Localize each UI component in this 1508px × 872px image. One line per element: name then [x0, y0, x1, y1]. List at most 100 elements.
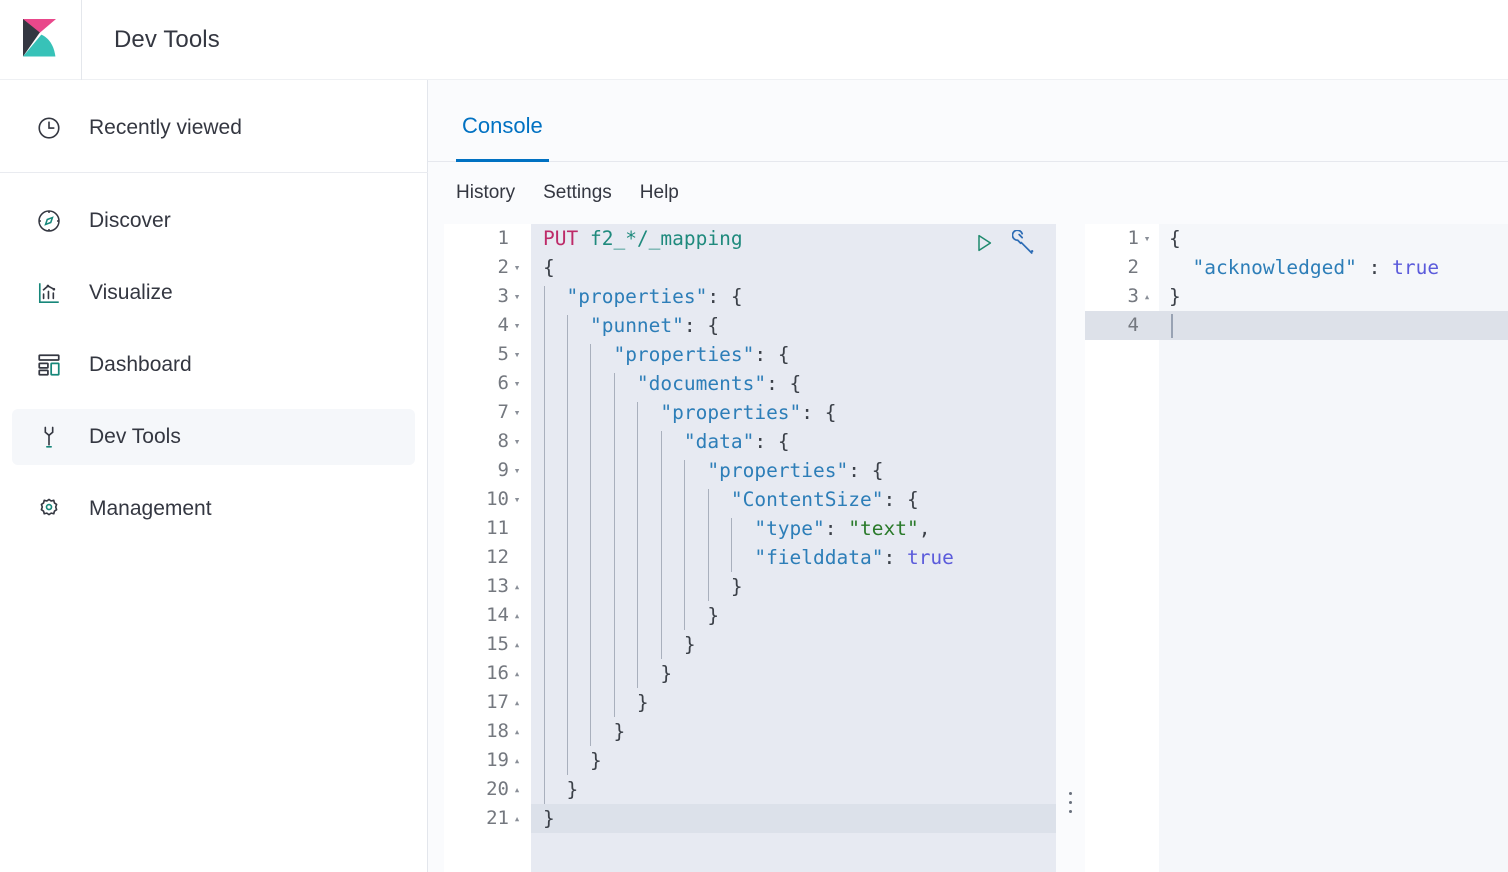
fold-toggle-icon[interactable]: ▾ [509, 340, 525, 369]
sidebar-item-discover[interactable]: Discover [12, 193, 415, 249]
wrench-icon [34, 422, 64, 452]
code-line[interactable] [1159, 311, 1508, 340]
sidebar-item-recently-viewed[interactable]: Recently viewed [12, 100, 415, 156]
response-editor-code[interactable]: { "acknowledged" : true} [1159, 224, 1508, 872]
code-line[interactable]: "properties": { [531, 282, 1056, 311]
console-toolbar: History Settings Help [428, 162, 1508, 224]
code-line[interactable]: } [531, 659, 1056, 688]
fold-toggle-icon[interactable]: ▴ [1139, 282, 1155, 311]
request-editor-code[interactable]: PUT f2_*/_mapping{ "properties": { "punn… [531, 224, 1056, 872]
sidebar-item-visualize[interactable]: Visualize [12, 265, 415, 321]
line-number: 21 ▴ [444, 804, 531, 833]
fold-toggle-icon[interactable]: ▾ [509, 311, 525, 340]
fold-toggle-icon[interactable]: ▾ [509, 253, 525, 282]
code-line[interactable]: } [531, 717, 1056, 746]
code-line[interactable]: } [531, 775, 1056, 804]
indent-guide [543, 286, 545, 804]
line-number: 18 ▴ [444, 717, 531, 746]
line-number: 10 ▾ [444, 485, 531, 514]
toolbar-history[interactable]: History [456, 182, 515, 204]
line-number: 2 [1127, 256, 1139, 278]
code-line[interactable]: } [531, 688, 1056, 717]
fold-toggle-icon[interactable]: ▾ [1139, 224, 1155, 253]
code-line[interactable]: } [531, 804, 1056, 833]
fold-toggle-icon[interactable]: ▴ [509, 717, 525, 746]
code-line[interactable]: "properties": { [531, 456, 1056, 485]
fold-toggle-icon[interactable]: ▴ [509, 601, 525, 630]
fold-toggle-icon[interactable]: ▴ [509, 688, 525, 717]
panel-resize-handle[interactable] [1056, 224, 1084, 872]
fold-toggle-icon[interactable]: ▾ [509, 369, 525, 398]
tab-bar: Console [428, 80, 1508, 162]
app-header: Dev Tools [0, 0, 1508, 80]
indent-guide [684, 460, 686, 630]
indent-guide [707, 489, 709, 601]
play-icon[interactable] [972, 231, 996, 260]
line-number: 11 [486, 517, 509, 539]
logo-container [0, 0, 82, 80]
code-line[interactable]: "properties": { [531, 340, 1056, 369]
code-line[interactable]: "ContentSize": { [531, 485, 1056, 514]
console-split: 1 2 ▾ 3 ▾ 4 ▾ 5 ▾ 6 ▾ 7 ▾ 8 ▾ 9 ▾ 10 ▾ 11 12 13 ▴ 14 ▴ 15 ▴ 16 ▴ 17 ▴ 1… [428, 224, 1508, 872]
kibana-logo-icon [22, 18, 56, 56]
code-line[interactable]: "acknowledged" : true [1159, 253, 1508, 282]
fold-toggle-icon[interactable]: ▴ [509, 630, 525, 659]
sidebar-item-dev-tools[interactable]: Dev Tools [12, 409, 415, 465]
toolbar-settings[interactable]: Settings [543, 182, 612, 204]
fold-toggle-icon[interactable]: ▴ [509, 572, 525, 601]
line-number: 19 ▴ [444, 746, 531, 775]
line-number: 4 ▾ [444, 311, 531, 340]
request-editor[interactable]: 1 2 ▾ 3 ▾ 4 ▾ 5 ▾ 6 ▾ 7 ▾ 8 ▾ 9 ▾ 10 ▾ 11 12 13 ▴ 14 ▴ 15 ▴ 16 ▴ 17 ▴ 1… [444, 224, 1056, 872]
line-number: 16 ▴ [444, 659, 531, 688]
line-number: 1 [497, 227, 509, 249]
page-title: Dev Tools [114, 25, 220, 53]
indent-guide [637, 402, 639, 688]
fold-toggle-icon[interactable]: ▴ [509, 659, 525, 688]
line-number: 20 ▴ [444, 775, 531, 804]
toolbar-help[interactable]: Help [640, 182, 679, 204]
sidebar-item-label: Visualize [89, 281, 173, 304]
line-number: 5 ▾ [444, 340, 531, 369]
dashboard-icon [34, 350, 64, 380]
app-body: Recently viewed Discover Visualize Dashb… [0, 80, 1508, 872]
code-line[interactable]: "punnet": { [531, 311, 1056, 340]
fold-toggle-icon[interactable]: ▾ [509, 485, 525, 514]
fold-toggle-icon[interactable]: ▴ [509, 804, 525, 833]
code-line[interactable]: "data": { [531, 427, 1056, 456]
code-line[interactable]: "type": "text", [531, 514, 1056, 543]
sidebar-item-label: Dev Tools [89, 425, 181, 448]
wrench-icon[interactable] [1011, 229, 1038, 261]
code-line[interactable]: } [531, 572, 1056, 601]
response-editor[interactable]: 1 ▾ 2 3 ▴ 4 { "acknowledged" : true} [1084, 224, 1508, 872]
code-line[interactable]: { [1159, 224, 1508, 253]
sidebar-item-management[interactable]: Management [12, 481, 415, 537]
fold-toggle-icon[interactable]: ▴ [509, 746, 525, 775]
code-line[interactable]: } [531, 601, 1056, 630]
fold-toggle-icon[interactable]: ▴ [509, 775, 525, 804]
indent-guide [660, 431, 662, 659]
compass-icon [34, 206, 64, 236]
line-number: 3 ▾ [444, 282, 531, 311]
line-number: 13 ▴ [444, 572, 531, 601]
sidebar-item-dashboard[interactable]: Dashboard [12, 337, 415, 393]
code-line[interactable]: "properties": { [531, 398, 1056, 427]
line-number: 4 [1085, 311, 1159, 340]
fold-toggle-icon[interactable]: ▾ [509, 427, 525, 456]
tab-console[interactable]: Console [456, 113, 549, 162]
indent-guide [731, 518, 733, 572]
line-number: 2 ▾ [444, 253, 531, 282]
code-line[interactable]: "documents": { [531, 369, 1056, 398]
code-line[interactable]: } [1159, 282, 1508, 311]
line-number: 1 ▾ [1085, 224, 1159, 253]
request-editor-gutter[interactable]: 1 2 ▾ 3 ▾ 4 ▾ 5 ▾ 6 ▾ 7 ▾ 8 ▾ 9 ▾ 10 ▾ 11 12 13 ▴ 14 ▴ 15 ▴ 16 ▴ 17 ▴ 1… [444, 224, 531, 872]
indent-guide [613, 373, 615, 717]
code-line[interactable]: } [531, 630, 1056, 659]
fold-toggle-icon[interactable]: ▾ [509, 282, 525, 311]
console-main: Console History Settings Help 1 2 ▾ 3 ▾ 4 ▾ 5 ▾ 6… [428, 80, 1508, 872]
bar-chart-icon [34, 278, 64, 308]
fold-toggle-icon[interactable]: ▾ [509, 456, 525, 485]
editor-action-buttons [972, 229, 1038, 261]
code-line[interactable]: } [531, 746, 1056, 775]
fold-toggle-icon[interactable]: ▾ [509, 398, 525, 427]
code-line[interactable]: "fielddata": true [531, 543, 1056, 572]
